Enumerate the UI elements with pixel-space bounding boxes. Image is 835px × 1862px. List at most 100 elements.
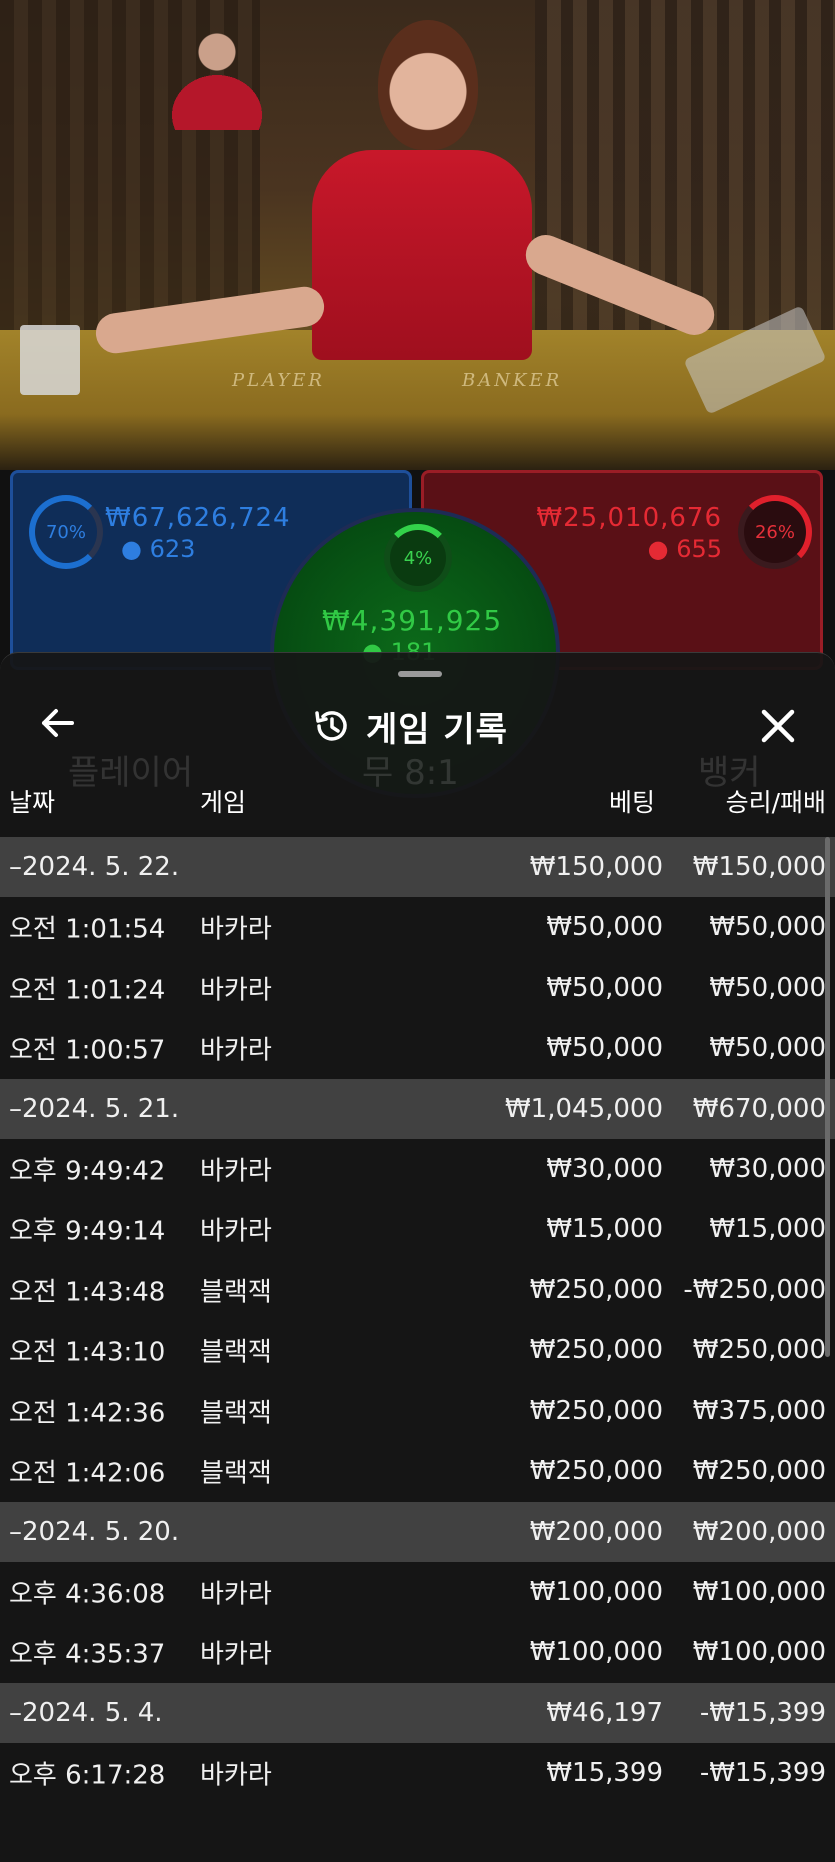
date-group-row[interactable]: –2024. 5. 4. ₩46,197 -₩15,399 — [0, 1682, 835, 1743]
arrow-left-icon — [42, 709, 74, 737]
column-bet: 베팅 — [608, 788, 655, 817]
row-result: ₩50,000 — [709, 1033, 826, 1064]
row-game: 블랙잭 — [200, 1337, 272, 1368]
row-bet: ₩250,000 — [529, 1274, 663, 1305]
row-result: ₩30,000 — [709, 1153, 826, 1184]
history-row[interactable]: 오전 1:43:10 블랙잭 ₩250,000 ₩250,000 — [0, 1320, 835, 1381]
row-result: ₩670,000 — [692, 1093, 826, 1124]
history-row[interactable]: 오후 6:17:28 바카라 ₩15,399 -₩15,399 — [0, 1743, 835, 1804]
banker-percent-ring: 26% — [738, 495, 812, 569]
date-group-row[interactable]: –2024. 5. 21. ₩1,045,000 ₩670,000 — [0, 1078, 835, 1139]
row-result: ₩250,000 — [692, 1456, 826, 1487]
row-date: –2024. 5. 4. — [9, 1697, 163, 1728]
table-header: 날짜 게임 베팅 승리/패배 — [0, 783, 835, 823]
row-date: 오후 6:17:28 — [9, 1760, 166, 1791]
row-bet: ₩250,000 — [529, 1395, 663, 1426]
history-row[interactable]: 오전 1:01:54 바카라 ₩50,000 ₩50,000 — [0, 897, 835, 958]
felt-banker-label: BANKER — [462, 370, 563, 391]
row-bet: ₩46,197 — [546, 1697, 663, 1728]
back-button[interactable] — [36, 701, 86, 751]
live-dealer-video: PLAYER BANKER — [0, 0, 835, 470]
row-result: ₩50,000 — [709, 912, 826, 943]
player-bettor-count: ● 623 — [121, 535, 196, 563]
row-game: 바카라 — [200, 1579, 272, 1610]
banker-bet-amount: ₩25,010,676 — [536, 503, 722, 533]
game-history-sheet: 플레이어 무 8:1 뱅커 게임 기록 날짜 게임 베팅 승리/패배 –2024… — [0, 652, 835, 1862]
row-bet: ₩1,045,000 — [504, 1093, 663, 1124]
row-date: 오후 4:36:08 — [9, 1579, 166, 1610]
date-group-row[interactable]: –2024. 5. 22. ₩150,000 ₩150,000 — [0, 837, 835, 897]
row-game: 바카라 — [200, 975, 272, 1006]
user-icon: ● — [121, 535, 142, 563]
dealer-head — [378, 20, 478, 150]
history-list: –2024. 5. 22. ₩150,000 ₩150,000 오전 1:01:54 바… — [0, 837, 835, 1803]
row-date: –2024. 5. 20. — [9, 1516, 180, 1547]
row-date: 오후 4:35:37 — [9, 1639, 166, 1670]
history-row[interactable]: 오전 1:01:24 바카라 ₩50,000 ₩50,000 — [0, 958, 835, 1019]
row-bet: ₩200,000 — [529, 1516, 663, 1547]
row-date: –2024. 5. 22. — [9, 852, 180, 882]
row-game: 바카라 — [200, 1760, 272, 1791]
row-date: 오전 1:43:48 — [9, 1277, 166, 1308]
row-result: ₩200,000 — [692, 1516, 826, 1547]
history-row[interactable]: 오전 1:00:57 바카라 ₩50,000 ₩50,000 — [0, 1018, 835, 1079]
row-date: 오전 1:42:36 — [9, 1398, 166, 1429]
row-result: ₩375,000 — [692, 1395, 826, 1426]
felt-player-label: PLAYER — [232, 370, 325, 391]
card-discard-box — [20, 325, 80, 395]
row-result: -₩15,399 — [699, 1697, 826, 1728]
banker-bettor-count: ● 655 — [647, 535, 722, 563]
column-date: 날짜 — [9, 788, 56, 817]
history-row[interactable]: 오후 9:49:14 바카라 ₩15,000 ₩15,000 — [0, 1199, 835, 1260]
sheet-drag-handle[interactable] — [398, 671, 442, 677]
history-row[interactable]: 오후 9:49:42 바카라 ₩30,000 ₩30,000 — [0, 1139, 835, 1200]
row-result: ₩15,000 — [709, 1214, 826, 1245]
close-icon — [761, 709, 795, 743]
sheet-title: 게임 기록 — [366, 709, 508, 750]
row-game: 바카라 — [200, 1035, 272, 1066]
row-result: ₩250,000 — [692, 1335, 826, 1366]
row-date: –2024. 5. 21. — [9, 1093, 180, 1124]
row-date: 오후 9:49:42 — [9, 1156, 166, 1187]
history-row[interactable]: 오후 4:35:37 바카라 ₩100,000 ₩100,000 — [0, 1622, 835, 1683]
row-date: 오후 9:49:14 — [9, 1216, 166, 1247]
row-game: 블랙잭 — [200, 1277, 272, 1308]
player-bet-amount: ₩67,626,724 — [105, 503, 291, 533]
column-game: 게임 — [200, 788, 247, 817]
player-percent-ring: 70% — [29, 495, 103, 569]
row-result: ₩150,000 — [692, 852, 826, 882]
row-game: 바카라 — [200, 1639, 272, 1670]
row-date: 오전 1:42:06 — [9, 1458, 166, 1489]
row-result: ₩100,000 — [692, 1637, 826, 1668]
row-bet: ₩30,000 — [546, 1153, 663, 1184]
row-bet: ₩15,000 — [546, 1214, 663, 1245]
row-date: 오전 1:01:54 — [9, 914, 166, 945]
row-bet: ₩50,000 — [546, 912, 663, 943]
tie-bet-amount: ₩4,391,925 — [322, 604, 503, 637]
tie-percent-ring: 4% — [384, 524, 452, 592]
row-game: 바카라 — [200, 1156, 272, 1187]
history-scrollbar[interactable] — [825, 837, 830, 1357]
row-result: ₩100,000 — [692, 1576, 826, 1607]
dealer-body — [312, 150, 532, 360]
row-bet: ₩50,000 — [546, 1033, 663, 1064]
history-row[interactable]: 오전 1:42:06 블랙잭 ₩250,000 ₩250,000 — [0, 1441, 835, 1502]
row-result: -₩250,000 — [683, 1274, 826, 1305]
row-game: 블랙잭 — [200, 1458, 272, 1489]
row-bet: ₩150,000 — [529, 852, 663, 882]
row-bet: ₩250,000 — [529, 1335, 663, 1366]
history-row[interactable]: 오전 1:42:36 블랙잭 ₩250,000 ₩375,000 — [0, 1381, 835, 1442]
row-date: 오전 1:43:10 — [9, 1337, 166, 1368]
history-row[interactable]: 오전 1:43:48 블랙잭 ₩250,000 -₩250,000 — [0, 1260, 835, 1321]
row-game: 바카라 — [200, 914, 272, 945]
row-bet: ₩100,000 — [529, 1637, 663, 1668]
history-row[interactable]: 오후 4:36:08 바카라 ₩100,000 ₩100,000 — [0, 1562, 835, 1623]
row-result: ₩50,000 — [709, 972, 826, 1003]
user-icon: ● — [647, 535, 669, 563]
sheet-header: 게임 기록 — [310, 699, 508, 753]
row-bet: ₩250,000 — [529, 1456, 663, 1487]
row-result: -₩15,399 — [699, 1757, 826, 1788]
date-group-row[interactable]: –2024. 5. 20. ₩200,000 ₩200,000 — [0, 1501, 835, 1562]
close-button[interactable] — [751, 699, 805, 753]
row-date: 오전 1:00:57 — [9, 1035, 166, 1066]
